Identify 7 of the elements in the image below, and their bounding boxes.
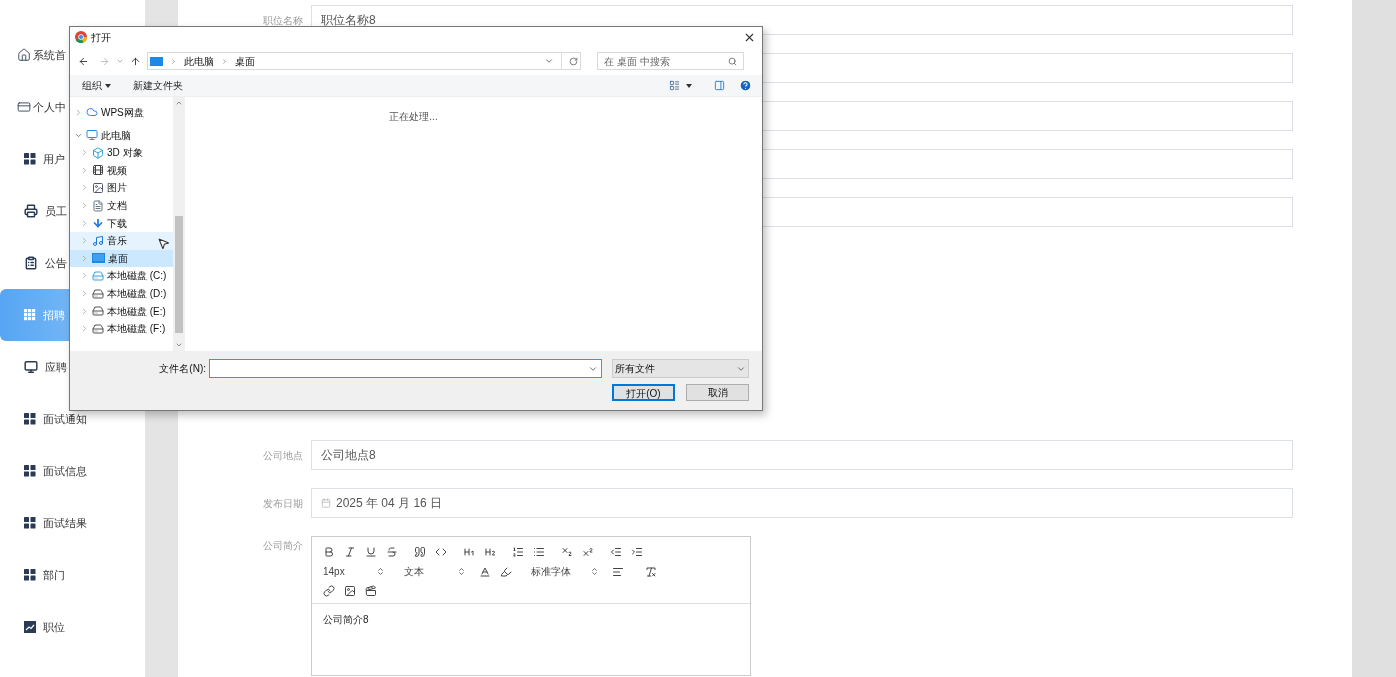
field-label: 职位名称 [263, 13, 303, 28]
status-text: 正在处理... [389, 110, 438, 124]
filename-label: 文件名(N): [159, 362, 206, 376]
dialog-title: 打开 [91, 30, 112, 45]
field-label: 公司简介 [263, 539, 303, 553]
field-label: 发布日期 [263, 496, 303, 511]
field-label: 公司地点 [263, 448, 303, 463]
